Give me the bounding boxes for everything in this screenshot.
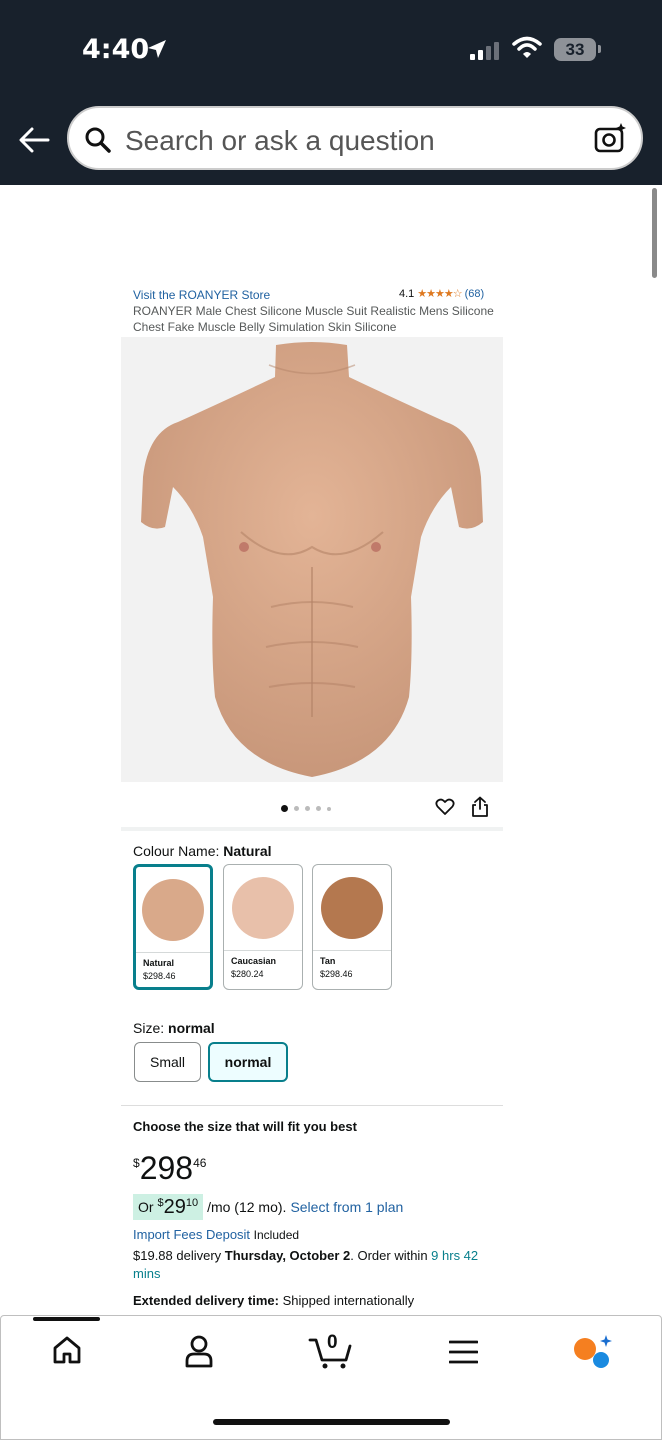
home-indicator[interactable] <box>213 1419 450 1425</box>
search-icon <box>85 127 111 153</box>
back-arrow-icon[interactable] <box>18 126 50 154</box>
swatch-price: $280.24 <box>231 969 264 979</box>
image-carousel-dots[interactable] <box>281 805 331 812</box>
extended-delivery-text: Shipped internationally <box>278 1293 415 1308</box>
location-arrow-icon <box>148 40 166 58</box>
wifi-icon <box>512 36 542 58</box>
extended-delivery-label: Extended delivery time: <box>133 1293 279 1308</box>
monthly-fraction: 10 <box>185 1197 199 1209</box>
rating-value: 4.1 <box>399 287 415 300</box>
status-bar: 4:40 33 <box>0 0 662 98</box>
battery-indicator: 33 <box>554 38 596 61</box>
page-scrollbar[interactable] <box>652 188 657 278</box>
colour-label-text: Colour Name: <box>133 843 224 859</box>
torso-illustration <box>141 342 483 777</box>
rufus-icon[interactable] <box>572 1335 614 1371</box>
rating-stars-icon: ★★★★☆ <box>417 288 462 300</box>
swatch-thumbnail <box>142 878 204 941</box>
monthly-prefix: Or <box>138 1199 158 1215</box>
size-label: Size: normal <box>133 1020 215 1036</box>
menu-icon[interactable] <box>449 1340 478 1364</box>
colour-selected-value: Natural <box>223 843 272 859</box>
section-divider <box>121 827 503 831</box>
cellular-signal-icon <box>470 40 499 60</box>
search-input[interactable]: Search or ask a question <box>67 106 643 170</box>
size-option-normal[interactable]: normal <box>208 1042 288 1082</box>
share-icon[interactable] <box>470 796 490 818</box>
choose-size-heading: Choose the size that will fit you best <box>133 1119 357 1134</box>
swatch-price: $298.46 <box>143 971 176 981</box>
import-fees-link[interactable]: Import Fees Deposit <box>133 1227 250 1242</box>
colour-option-tan[interactable]: Tan $298.46 <box>312 864 392 990</box>
monthly-whole: 29 <box>163 1196 186 1218</box>
size-option-small[interactable]: Small <box>134 1042 201 1082</box>
price-currency: $ <box>133 1156 140 1170</box>
rating[interactable]: 4.1 ★★★★☆ (68) <box>399 287 485 301</box>
swatch-thumbnail <box>321 876 383 939</box>
monthly-payment: Or $ 29 10 /mo (12 mo). Select from 1 pl… <box>133 1194 403 1220</box>
camera-search-icon[interactable] <box>593 122 627 156</box>
active-tab-indicator <box>33 1317 100 1321</box>
colour-label: Colour Name: Natural <box>133 843 272 859</box>
heart-icon[interactable] <box>435 798 455 816</box>
select-plan-link[interactable]: Select from 1 plan <box>290 1199 403 1215</box>
monthly-price-badge: Or $ 29 10 <box>133 1194 204 1220</box>
product-title: ROANYER Male Chest Silicone Muscle Suit … <box>133 304 494 334</box>
swatch-price: $298.46 <box>320 969 353 979</box>
price-fraction: 46 <box>193 1156 207 1170</box>
import-fees-status: Included <box>253 1228 300 1242</box>
size-label-text: Size: <box>133 1020 169 1036</box>
account-icon[interactable] <box>184 1334 214 1368</box>
store-link[interactable]: Visit the ROANYER Store <box>133 288 270 302</box>
swatch-thumbnail <box>232 876 294 939</box>
cart-button[interactable]: 0 <box>308 1332 354 1370</box>
rating-count[interactable]: (68) <box>465 288 485 300</box>
monthly-suffix: /mo (12 mo). <box>207 1199 287 1215</box>
search-header: Search or ask a question <box>0 98 662 185</box>
delivery-info: $19.88 delivery Thursday, October 2. Ord… <box>133 1247 503 1283</box>
extended-delivery: Extended delivery time: Shipped internat… <box>133 1293 414 1308</box>
size-selected-value: normal <box>168 1020 215 1036</box>
delivery-price: $19.88 delivery <box>133 1248 225 1263</box>
swatch-name: Tan <box>320 956 336 966</box>
colour-option-caucasian[interactable]: Caucasian $280.24 <box>223 864 303 990</box>
delivery-date: Thursday, October 2 <box>224 1248 351 1263</box>
swatch-name: Natural <box>143 958 175 968</box>
delivery-order-within: . Order within <box>350 1248 432 1263</box>
battery-tip <box>598 45 601 53</box>
price: $ 298 46 <box>133 1150 206 1187</box>
section-divider <box>121 1105 503 1106</box>
swatch-name: Caucasian <box>231 956 277 966</box>
cart-count: 0 <box>327 1332 338 1353</box>
search-placeholder: Search or ask a question <box>125 125 435 156</box>
import-fees: Import Fees Deposit Included <box>133 1227 299 1242</box>
price-whole: 298 <box>139 1150 194 1186</box>
colour-option-natural[interactable]: Natural $298.46 <box>133 864 213 990</box>
clock: 4:40 <box>82 34 150 65</box>
product-image[interactable] <box>121 337 503 782</box>
home-icon[interactable] <box>51 1334 83 1366</box>
